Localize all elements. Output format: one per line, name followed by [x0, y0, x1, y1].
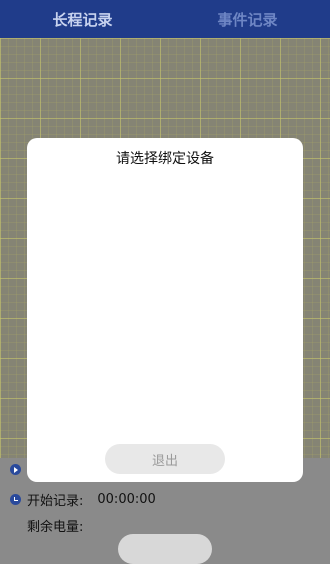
exit-button[interactable]: 退出: [105, 444, 225, 474]
device-list[interactable]: [37, 178, 293, 433]
dialog-title: 请选择绑定设备: [116, 151, 214, 167]
bind-device-dialog: 请选择绑定设备 退出: [27, 138, 303, 482]
